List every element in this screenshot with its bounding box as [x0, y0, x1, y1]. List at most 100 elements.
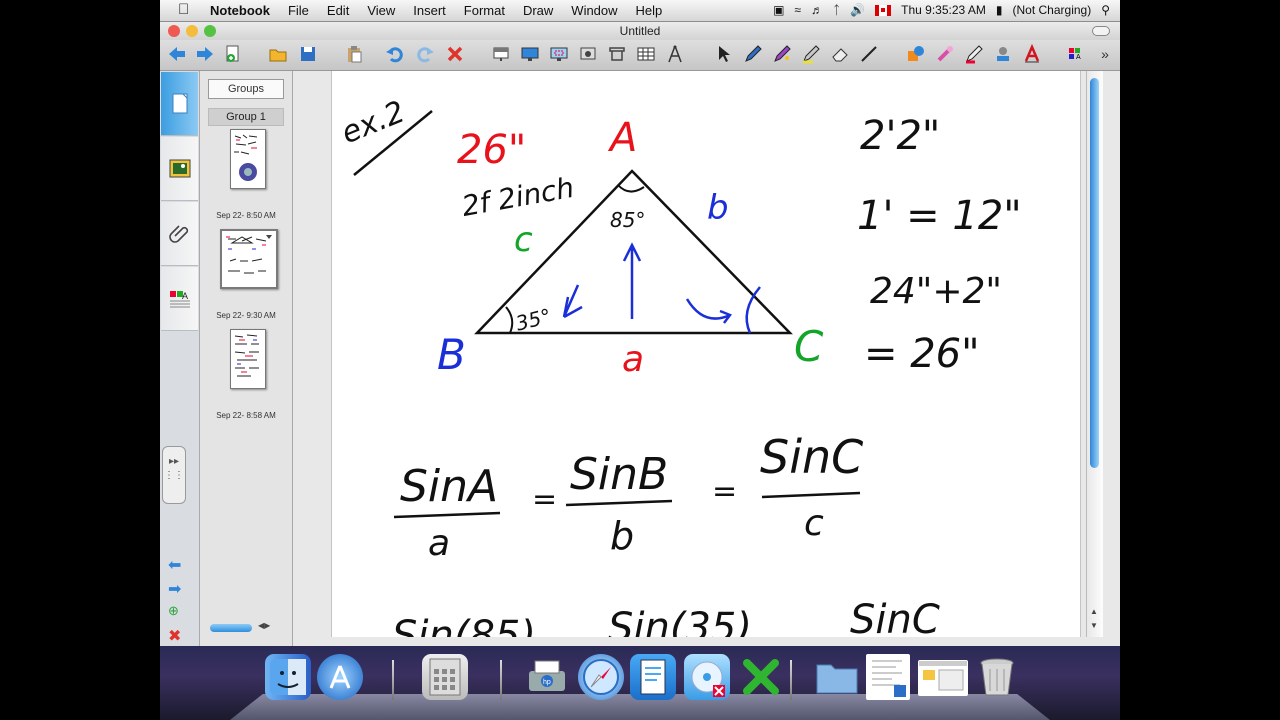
paste-icon[interactable] [343, 43, 365, 65]
add-page-icon[interactable] [222, 43, 244, 65]
toolbar: A » [160, 40, 1120, 71]
finder-icon[interactable] [265, 654, 311, 700]
volume-icon[interactable]: ♬ [811, 3, 823, 17]
page-thumbnail-1[interactable] [230, 129, 266, 189]
select-icon[interactable] [713, 43, 735, 65]
group-header[interactable]: Group 1 [208, 108, 284, 126]
toolbar-toggle-button[interactable] [1092, 26, 1110, 36]
calculator-icon[interactable] [422, 654, 468, 700]
forward-arrow-icon[interactable] [194, 43, 216, 65]
menu-file[interactable]: File [279, 3, 318, 18]
redo-icon[interactable] [414, 43, 436, 65]
scrollbar-thumb[interactable] [1090, 78, 1099, 468]
capture-area-icon[interactable] [606, 43, 628, 65]
capture-icon[interactable] [548, 43, 570, 65]
menu-window[interactable]: Window [562, 3, 626, 18]
more-chevron-icon[interactable]: » [1094, 43, 1116, 65]
text-icon[interactable] [1021, 43, 1043, 65]
equals-sign-1: = [532, 482, 557, 517]
whiteboard-page[interactable]: ex.2 26" 2f 2inch A B C b c a 85° 35° 2'… [331, 71, 1081, 637]
law-sin-c: SinC [760, 430, 863, 484]
delete-page-icon[interactable]: ✖ [168, 626, 181, 646]
add-page-side-icon[interactable]: ⊕ [168, 603, 179, 619]
trash-icon[interactable] [974, 654, 1020, 700]
gallery-tab[interactable] [161, 137, 198, 201]
arrow-to-c [685, 298, 732, 324]
properties-panel-icon: A [169, 290, 190, 307]
battery-status[interactable]: (Not Charging) [1013, 3, 1092, 17]
menu-insert[interactable]: Insert [404, 3, 455, 18]
safari-icon[interactable] [578, 654, 624, 700]
page-sorter-panel: Groups Group 1 Sep 22- 8:50 AM Sep 22- 9… [200, 71, 293, 646]
bluetooth-icon[interactable]: ᛏ [833, 3, 840, 17]
back-arrow-icon[interactable] [166, 43, 188, 65]
vertical-scrollbar[interactable]: ▲ ▼ [1086, 71, 1103, 637]
fill-icon[interactable] [963, 43, 985, 65]
display-icon[interactable]: ▣ [773, 3, 784, 17]
shapes-icon[interactable] [905, 43, 927, 65]
undo-icon[interactable] [384, 43, 406, 65]
input-source-flag-icon[interactable] [875, 4, 892, 16]
open-folder-icon[interactable] [267, 43, 289, 65]
volume-speaker-icon[interactable]: 🔊 [850, 3, 865, 17]
fraction-bar-b [565, 499, 673, 507]
angle-b-arc [505, 306, 514, 334]
page-sorter-tab[interactable] [161, 72, 198, 136]
app-store-icon[interactable] [317, 654, 363, 700]
screenshot-thumbnail-icon[interactable] [918, 660, 968, 696]
attachments-tab[interactable] [161, 202, 198, 266]
smart-notebook-icon[interactable] [630, 654, 676, 700]
sorter-scrollbar[interactable] [210, 624, 252, 632]
equals-sign-2: = [712, 474, 737, 509]
page-thumbnail-2[interactable] [220, 229, 278, 289]
next-page-icon[interactable]: ➡ [168, 579, 181, 599]
full-screen-icon[interactable] [519, 43, 541, 65]
eraser-icon[interactable] [829, 43, 851, 65]
color-settings-icon[interactable]: A [1066, 43, 1088, 65]
svg-text:A: A [182, 291, 188, 301]
sorter-scroll-arrows-icon[interactable]: ◀▶ [258, 621, 270, 630]
menu-clock[interactable]: Thu 9:35:23 AM [901, 3, 986, 17]
menu-draw[interactable]: Draw [514, 3, 562, 18]
scroll-up-icon[interactable]: ▲ [1090, 607, 1098, 616]
menu-format[interactable]: Format [455, 3, 514, 18]
creative-pen-icon[interactable] [771, 43, 793, 65]
dock-separator [790, 660, 792, 700]
apple-icon[interactable]:  [178, 1, 189, 18]
menu-view[interactable]: View [358, 3, 404, 18]
line-icon[interactable] [858, 43, 880, 65]
spotlight-icon[interactable]: ⚲ [1101, 3, 1110, 17]
dvd-player-icon[interactable] [684, 654, 730, 700]
properties-icon[interactable] [992, 43, 1014, 65]
groups-button[interactable]: Groups [208, 79, 284, 99]
documents-folder-icon[interactable] [814, 654, 860, 700]
menu-app-name[interactable]: Notebook [210, 3, 279, 18]
save-icon[interactable] [297, 43, 319, 65]
menu-help[interactable]: Help [627, 3, 672, 18]
side-c: c [514, 220, 533, 260]
preview-document-icon[interactable] [866, 654, 910, 700]
excel-icon[interactable] [738, 654, 784, 700]
pen-icon[interactable] [742, 43, 764, 65]
page-thumbnail-3[interactable] [230, 329, 266, 389]
angle-a-label: 85° [610, 208, 645, 232]
page-thumbnail-label: Sep 22- 8:50 AM [216, 211, 276, 220]
document-camera-icon[interactable] [577, 43, 599, 65]
wifi-icon[interactable]: ≈ [794, 3, 801, 17]
measurement-tools-icon[interactable] [664, 43, 686, 65]
two-ft-two-inch: 2f 2inch [459, 171, 576, 223]
delete-icon[interactable] [444, 43, 466, 65]
table-icon[interactable] [635, 43, 657, 65]
magic-pen-icon[interactable] [934, 43, 956, 65]
highlighter-icon[interactable] [800, 43, 822, 65]
law-sin-b: SinB [570, 449, 668, 500]
screen-shade-icon[interactable] [490, 43, 512, 65]
hp-printer-icon[interactable]: hp [524, 654, 570, 700]
battery-icon[interactable]: ▮ [996, 3, 1003, 17]
properties-tab[interactable]: A [161, 267, 198, 331]
previous-page-icon[interactable]: ⬅ [168, 555, 181, 575]
scroll-down-icon[interactable]: ▼ [1090, 621, 1098, 630]
menu-edit[interactable]: Edit [318, 3, 358, 18]
sidebar-resize-handle[interactable]: ▸▸ ⋮⋮ [162, 446, 186, 504]
fraction-bar-c [761, 491, 861, 499]
